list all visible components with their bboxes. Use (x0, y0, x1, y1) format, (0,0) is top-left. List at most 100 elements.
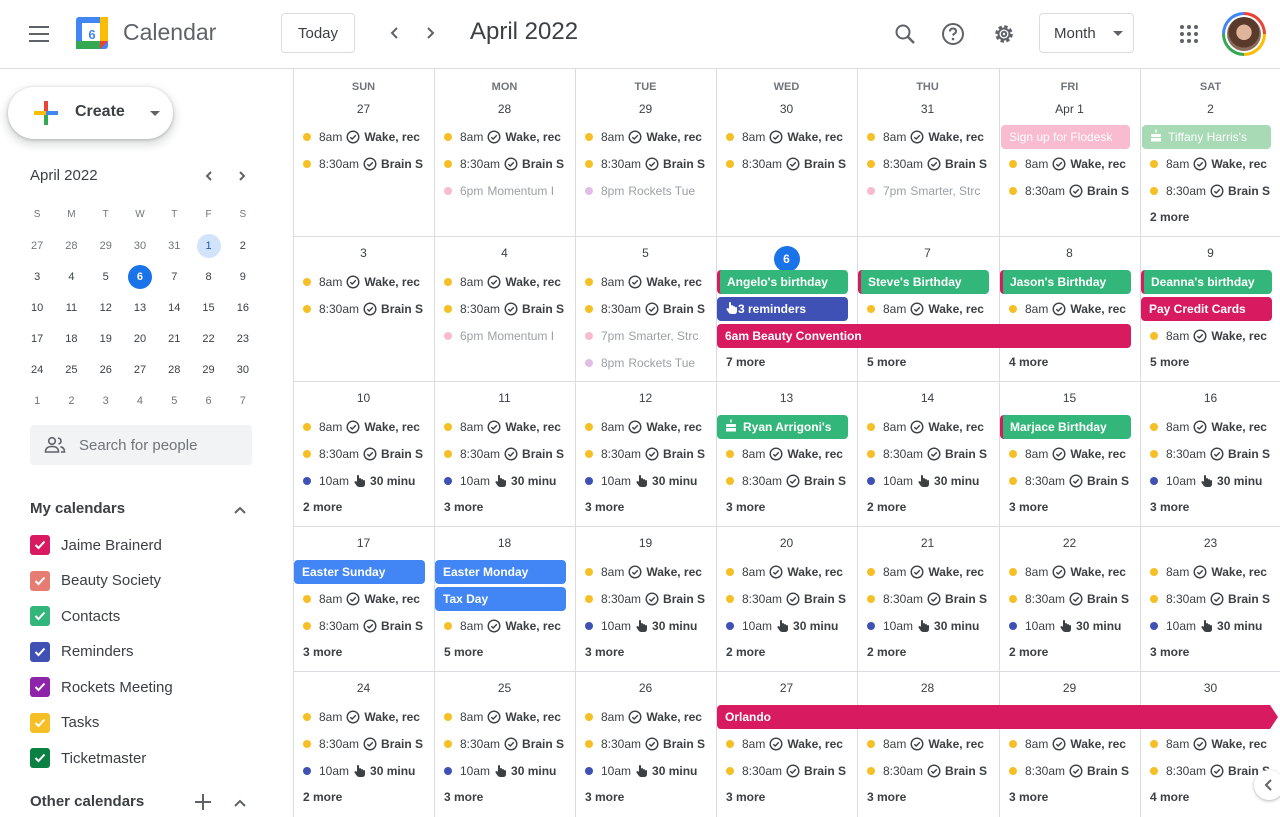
mini-day[interactable]: 28 (54, 234, 88, 258)
more-events-link[interactable]: 2 more (867, 645, 906, 659)
mini-day[interactable]: 25 (54, 358, 88, 382)
event-item[interactable]: 8am Wake, rec (303, 705, 427, 729)
checkbox-checked-icon[interactable] (30, 535, 50, 555)
day-number[interactable]: 21 (857, 536, 998, 550)
event-item[interactable]: 8:30am Brain S (1009, 587, 1133, 611)
next-month-icon[interactable] (415, 18, 445, 48)
apps-grid-icon[interactable] (1172, 17, 1206, 51)
event-item[interactable]: 8am Wake, rec (1009, 297, 1133, 321)
event-item[interactable]: 8:30am Brain S (867, 759, 991, 783)
day-number[interactable]: 27 (293, 102, 434, 116)
event-item[interactable]: 10am 30 minu (867, 614, 991, 638)
all-day-event[interactable]: Ryan Arrigoni's (717, 415, 848, 439)
mini-day[interactable]: 4 (54, 265, 88, 289)
more-events-link[interactable]: 3 more (726, 500, 765, 514)
event-item[interactable]: 8am Wake, rec (585, 415, 709, 439)
checkbox-checked-icon[interactable] (30, 641, 50, 662)
event-item[interactable]: 8:30am Brain S (444, 732, 568, 756)
calendar-item[interactable]: Rockets Meeting (30, 675, 173, 699)
event-item[interactable]: 8am Wake, rec (585, 270, 709, 294)
mini-day[interactable]: 31 (157, 234, 191, 258)
event-item[interactable]: 8:30am Brain S (303, 442, 427, 466)
checkbox-checked-icon[interactable] (30, 570, 50, 591)
event-item[interactable]: 8am Wake, rec (303, 415, 427, 439)
event-item[interactable]: 8am Wake, rec (726, 442, 850, 466)
day-number[interactable]: 30 (1140, 681, 1280, 695)
mini-day[interactable]: 27 (123, 358, 157, 382)
event-item[interactable]: 8:30am Brain S (303, 152, 427, 176)
more-events-link[interactable]: 3 more (585, 790, 624, 804)
event-item[interactable]: 8:30am Brain S (867, 442, 991, 466)
mini-next-month-icon[interactable] (231, 165, 253, 187)
search-people-input[interactable]: Search for people (30, 425, 252, 465)
day-number[interactable]: 30 (716, 102, 857, 116)
search-icon[interactable] (888, 17, 922, 51)
day-number[interactable]: 27 (716, 681, 857, 695)
day-number[interactable]: 24 (293, 681, 434, 695)
day-number[interactable]: 29 (575, 102, 716, 116)
day-number[interactable]: 15 (999, 391, 1140, 405)
event-item[interactable]: 7pm Smarter, Strc (867, 179, 991, 203)
event-item[interactable]: 8am Wake, rec (303, 587, 427, 611)
day-number[interactable]: 28 (857, 681, 998, 695)
calendar-item[interactable]: Contacts (30, 604, 120, 628)
day-number[interactable]: 25 (434, 681, 575, 695)
event-item[interactable]: 10am 30 minu (1150, 469, 1274, 493)
mini-day[interactable]: 1 (191, 233, 225, 258)
event-item[interactable]: 8am Wake, rec (1009, 560, 1133, 584)
more-events-link[interactable]: 2 more (303, 500, 342, 514)
event-item[interactable]: 10am 30 minu (444, 759, 568, 783)
mini-day[interactable]: 5 (157, 389, 191, 413)
day-number[interactable]: 28 (434, 102, 575, 116)
calendar-item[interactable]: Tasks (30, 711, 99, 735)
mini-day[interactable]: 4 (123, 389, 157, 413)
mini-day[interactable]: 29 (89, 234, 123, 258)
all-day-event[interactable]: Tiffany Harris's (1142, 125, 1271, 149)
checkbox-checked-icon[interactable] (30, 712, 50, 733)
event-item[interactable]: 8:30am Brain S (444, 442, 568, 466)
mini-day[interactable]: 24 (20, 358, 54, 382)
mini-day[interactable]: 23 (226, 327, 260, 351)
more-events-link[interactable]: 5 more (867, 355, 906, 369)
mini-day[interactable]: 21 (157, 327, 191, 351)
mini-day[interactable]: 3 (89, 389, 123, 413)
event-item[interactable]: 8am Wake, rec (303, 270, 427, 294)
mini-day[interactable]: 3 (20, 265, 54, 289)
all-day-event[interactable]: Tax Day (435, 587, 566, 611)
mini-day[interactable]: 11 (54, 296, 88, 320)
day-number[interactable]: 17 (293, 536, 434, 550)
day-number[interactable]: 31 (857, 102, 998, 116)
event-item[interactable]: 8:30am Brain S (726, 759, 850, 783)
more-events-link[interactable]: 2 more (726, 645, 765, 659)
day-number[interactable]: 18 (434, 536, 575, 550)
mini-day[interactable]: 28 (157, 358, 191, 382)
more-events-link[interactable]: 2 more (303, 790, 342, 804)
event-item[interactable]: 8am Wake, rec (585, 705, 709, 729)
more-events-link[interactable]: 3 more (444, 500, 483, 514)
event-item[interactable]: 8pm Rockets Tue (585, 351, 709, 375)
day-number[interactable]: 9 (1140, 246, 1280, 260)
mini-day[interactable]: 27 (20, 234, 54, 258)
event-item[interactable]: 8am Wake, rec (726, 125, 850, 149)
day-number[interactable]: 16 (1140, 391, 1280, 405)
mini-day[interactable]: 12 (89, 296, 123, 320)
event-item[interactable]: 8:30am Brain S (726, 469, 850, 493)
event-item[interactable]: 8am Wake, rec (726, 732, 850, 756)
day-number[interactable]: 23 (1140, 536, 1280, 550)
event-item[interactable]: 8:30am Brain S (303, 732, 427, 756)
more-events-link[interactable]: 7 more (726, 355, 765, 369)
more-events-link[interactable]: 4 more (1009, 355, 1048, 369)
mini-day[interactable]: 2 (54, 389, 88, 413)
all-day-event[interactable]: Pay Credit Cards (1141, 297, 1272, 321)
event-item[interactable]: 8am Wake, rec (1150, 324, 1274, 348)
today-button[interactable]: Today (281, 13, 355, 53)
mini-day[interactable]: 15 (191, 296, 225, 320)
event-item[interactable]: 8:30am Brain S (303, 297, 427, 321)
day-number[interactable]: 6 (716, 246, 857, 272)
event-item[interactable]: 8am Wake, rec (867, 732, 991, 756)
event-item[interactable]: 10am 30 minu (303, 759, 427, 783)
mini-day[interactable]: 5 (89, 265, 123, 289)
mini-day[interactable]: 16 (226, 296, 260, 320)
event-item[interactable]: 10am 30 minu (585, 469, 709, 493)
event-item[interactable]: 8am Wake, rec (1150, 560, 1274, 584)
